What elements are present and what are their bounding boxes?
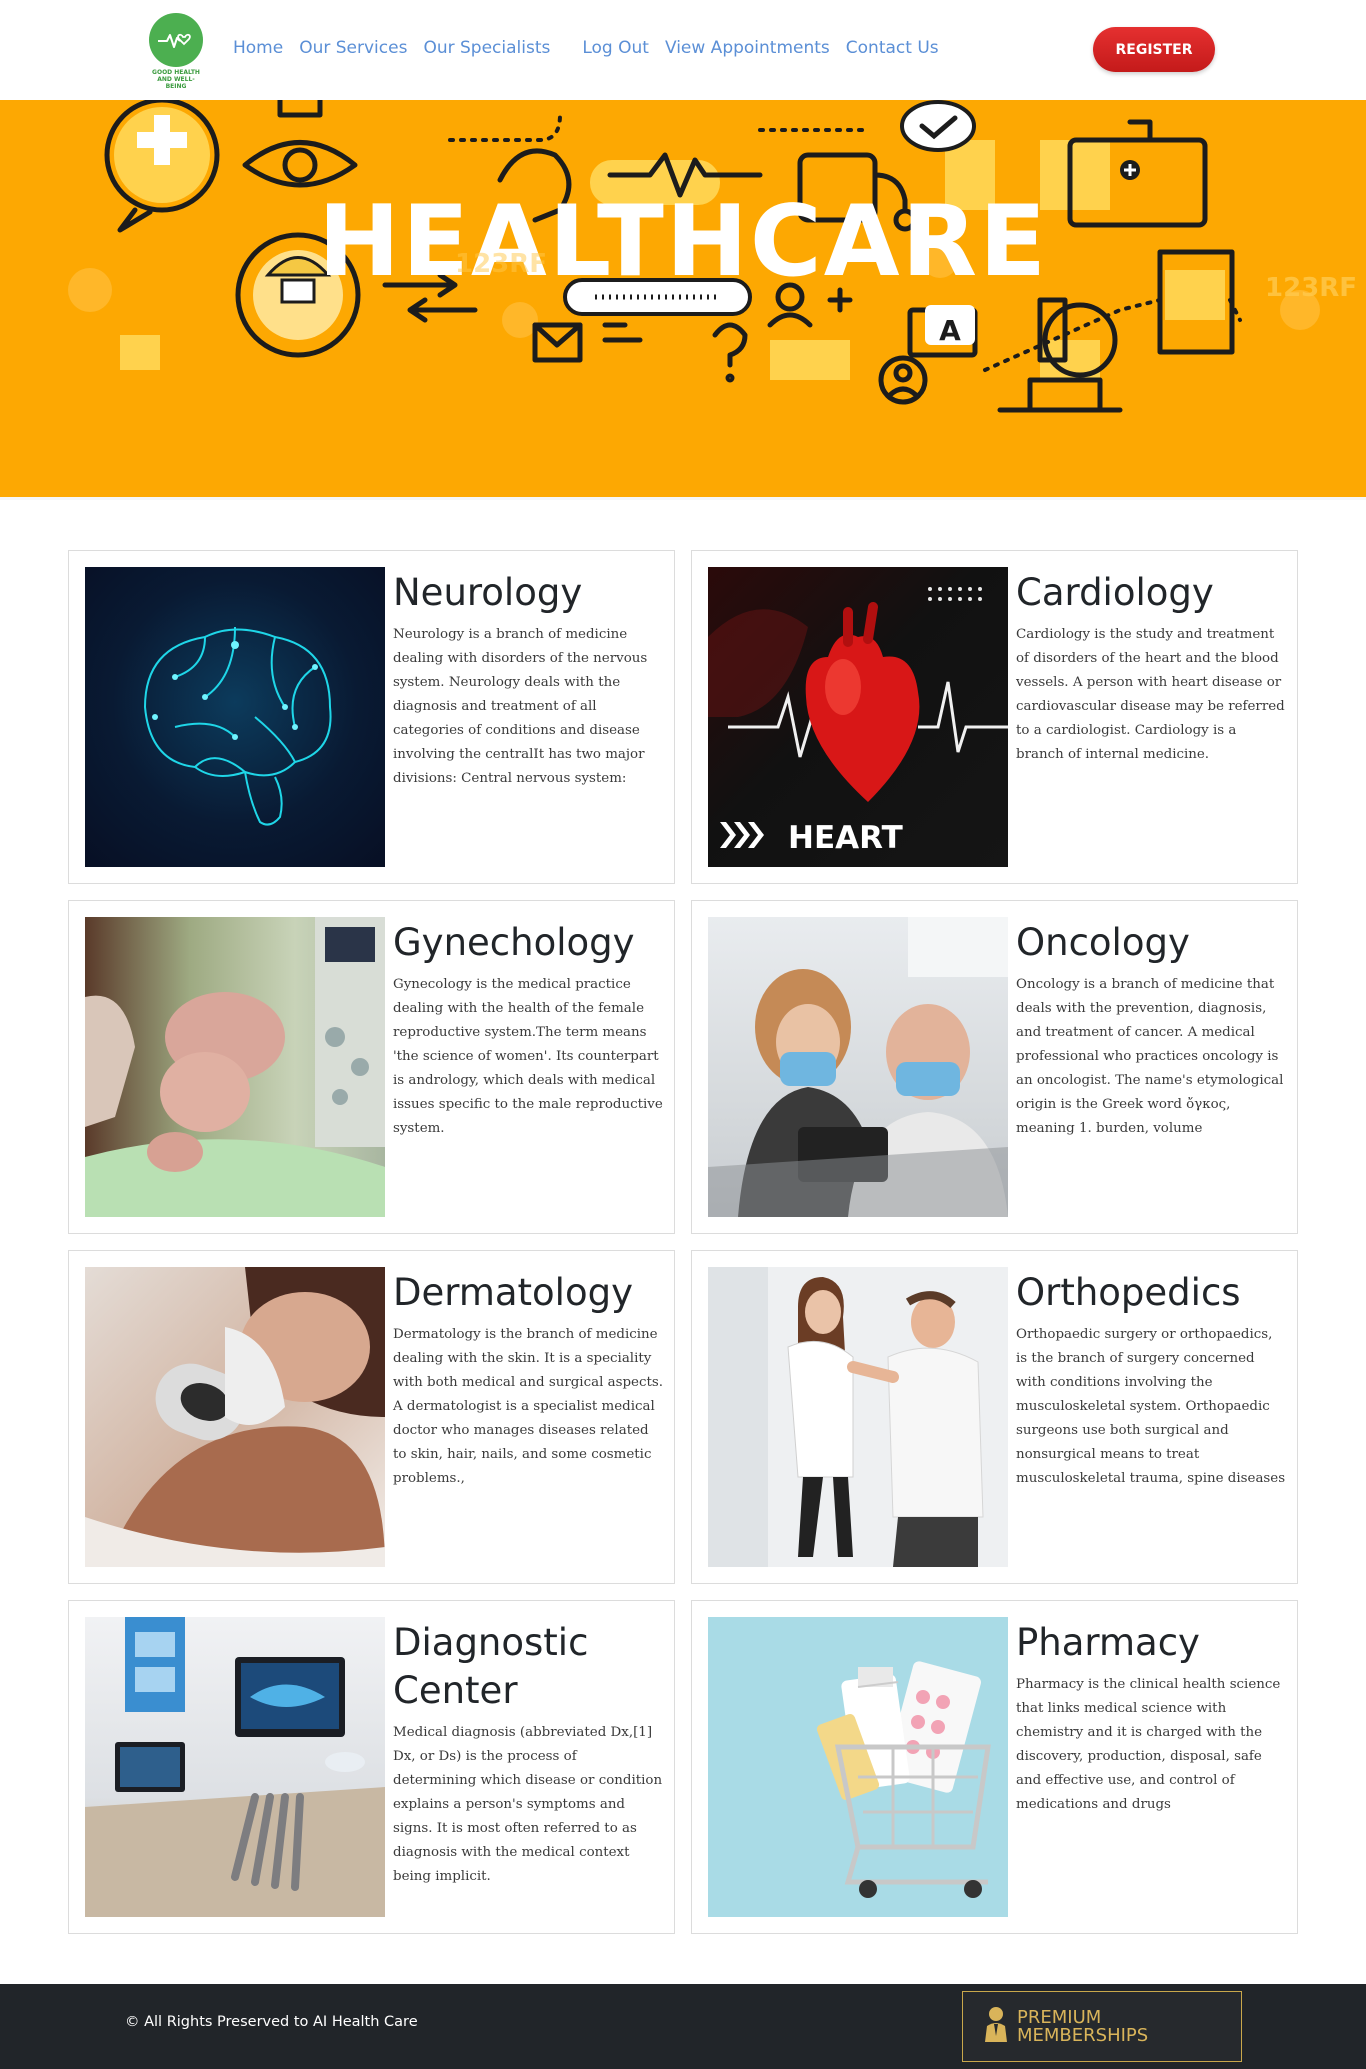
dermatology-body: Dermatology Dermatology is the branch of… [393, 1269, 663, 1491]
main-nav: Home Our Services Our Specialists Log Ou… [233, 38, 939, 58]
service-card-neurology[interactable]: Neurology Neurology is a branch of medic… [68, 550, 675, 884]
service-title: Oncology [1016, 921, 1190, 964]
pharmacy-body: Pharmacy Pharmacy is the clinical health… [1016, 1619, 1286, 1817]
nav-home[interactable]: Home [233, 38, 283, 58]
heart-caption: HEART [788, 820, 903, 856]
site-logo[interactable]: GOOD HEALTH AND WELL-BEING [148, 13, 204, 90]
pills-cart-image [708, 1617, 1008, 1917]
banner-title: HEALTHCARE [318, 185, 1048, 299]
cardiology-body: Cardiology Cardiology is the study and t… [1016, 569, 1286, 767]
premium-memberships-badge[interactable]: PREMIUM MEMBERSHIPS [962, 1991, 1242, 2062]
heart-image: HEART [708, 567, 1008, 867]
logo-text: GOOD HEALTH AND WELL-BEING [152, 69, 200, 90]
service-title: Dermatology [393, 1271, 633, 1314]
service-card-diagnostic-center[interactable]: Diagnostic Center Medical diagnosis (abb… [68, 1600, 675, 1934]
top-navbar: GOOD HEALTH AND WELL-BEING Home Our Serv… [0, 0, 1366, 100]
copyright-text: © All Rights Preserved to AI Health Care [125, 2014, 418, 2030]
healthcare-banner: A HEALTHCARE 123RF 123RF [0, 100, 1366, 500]
service-description: Pharmacy is the clinical health science … [1016, 1677, 1281, 1812]
oncology-body: Oncology Oncology is a branch of medicin… [1016, 919, 1286, 1141]
service-card-orthopedics[interactable]: Orthopedics Orthopaedic surgery or ortho… [691, 1250, 1298, 1584]
site-footer: © All Rights Preserved to AI Health Care… [0, 1984, 1366, 2069]
orthopedics-body: Orthopedics Orthopaedic surgery or ortho… [1016, 1269, 1286, 1491]
service-description: Cardiology is the study and treatment of… [1016, 627, 1285, 762]
service-title: Cardiology [1016, 571, 1214, 614]
service-card-cardiology[interactable]: HEART Cardiology Cardiology is the study… [691, 550, 1298, 884]
gynechology-body: Gynechology Gynecology is the medical pr… [393, 919, 663, 1141]
nav-our-specialists[interactable]: Our Specialists [423, 38, 550, 58]
service-description: Orthopaedic surgery or orthopaedics, is … [1016, 1327, 1286, 1486]
svg-text:A: A [939, 314, 961, 347]
service-title: Orthopedics [1016, 1271, 1241, 1314]
brain-image [85, 567, 385, 867]
nav-log-out[interactable]: Log Out [582, 38, 649, 58]
register-button[interactable]: REGISTER [1093, 27, 1215, 72]
person-icon [985, 2006, 1007, 2047]
watermark-text-2: 123RF [455, 249, 547, 279]
heartbeat-icon [149, 13, 203, 67]
service-card-gynechology[interactable]: Gynechology Gynecology is the medical pr… [68, 900, 675, 1234]
service-description: Medical diagnosis (abbreviated Dx,[1] Dx… [393, 1725, 663, 1884]
neurology-body: Neurology Neurology is a branch of medic… [393, 569, 663, 791]
service-card-dermatology[interactable]: Dermatology Dermatology is the branch of… [68, 1250, 675, 1584]
nav-contact-us[interactable]: Contact Us [846, 38, 939, 58]
service-description: Gynecology is the medical practice deali… [393, 977, 663, 1136]
newborn-image [85, 917, 385, 1217]
service-card-pharmacy[interactable]: Pharmacy Pharmacy is the clinical health… [691, 1600, 1298, 1934]
service-title: Pharmacy [1016, 1621, 1200, 1664]
shoulder-exam-image [708, 1267, 1008, 1567]
dental-room-image [85, 1617, 385, 1917]
nav-view-appointments[interactable]: View Appointments [665, 38, 830, 58]
patients-image [708, 917, 1008, 1217]
service-description: Neurology is a branch of medicine dealin… [393, 627, 648, 786]
skin-exam-image [85, 1267, 385, 1567]
service-description: Oncology is a branch of medicine that de… [1016, 977, 1284, 1136]
diagnostic-center-body: Diagnostic Center Medical diagnosis (abb… [393, 1619, 663, 1889]
service-title: Diagnostic Center [393, 1621, 589, 1712]
watermark-text: 123RF [1265, 273, 1357, 303]
premium-text: PREMIUM MEMBERSHIPS [1017, 2006, 1149, 2046]
service-title: Neurology [393, 571, 583, 614]
service-card-oncology[interactable]: Oncology Oncology is a branch of medicin… [691, 900, 1298, 1234]
healthcare-illustration: A HEALTHCARE 123RF 123RF [0, 100, 1366, 500]
service-title: Gynechology [393, 921, 635, 964]
nav-our-services[interactable]: Our Services [299, 38, 407, 58]
service-description: Dermatology is the branch of medicine de… [393, 1327, 663, 1486]
